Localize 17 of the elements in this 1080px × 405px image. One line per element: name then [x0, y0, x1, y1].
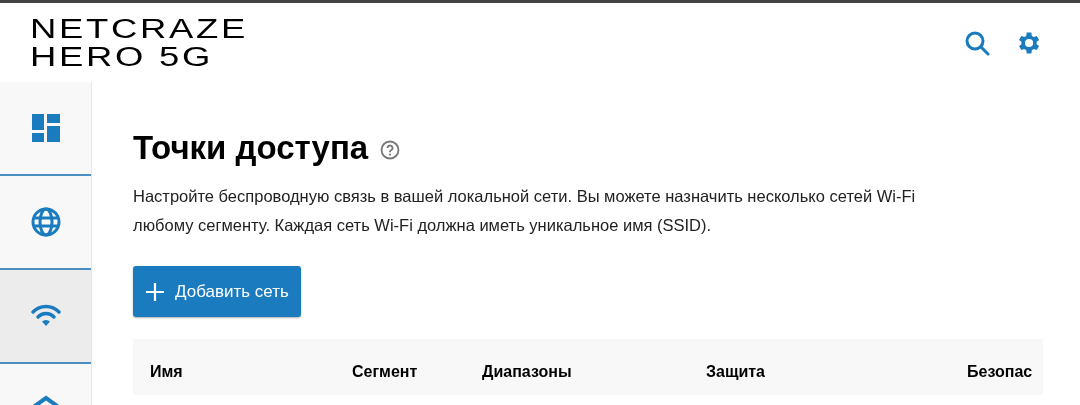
column-header: Сегмент — [352, 362, 418, 382]
search-icon[interactable] — [964, 29, 990, 56]
add-network-button[interactable]: Добавить сеть — [133, 266, 301, 317]
column-header: Безопас — [967, 362, 1033, 382]
column-header: Защита — [706, 362, 765, 382]
column-header: Диапазоны — [482, 362, 572, 382]
dashboard-icon — [30, 113, 61, 143]
sidebar-item[interactable] — [0, 270, 91, 364]
globe-icon — [29, 206, 62, 238]
page-title: Точки доступа — [133, 128, 369, 168]
logo-text: HERO 5G — [30, 42, 213, 71]
column-header: Имя — [150, 362, 183, 382]
page-description: Настройте беспроводную связь в вашей локальной сети. Вы можете назначить несколько сетей Wi-Fi любому сегменту. Каждая сеть Wi-Fi должна иметь уникальное имя (SSID). — [133, 186, 917, 236]
help-icon[interactable] — [380, 140, 401, 160]
plus-icon — [145, 281, 165, 302]
logo-text: NETCRAZE — [30, 14, 249, 43]
wifi-icon — [29, 304, 62, 328]
